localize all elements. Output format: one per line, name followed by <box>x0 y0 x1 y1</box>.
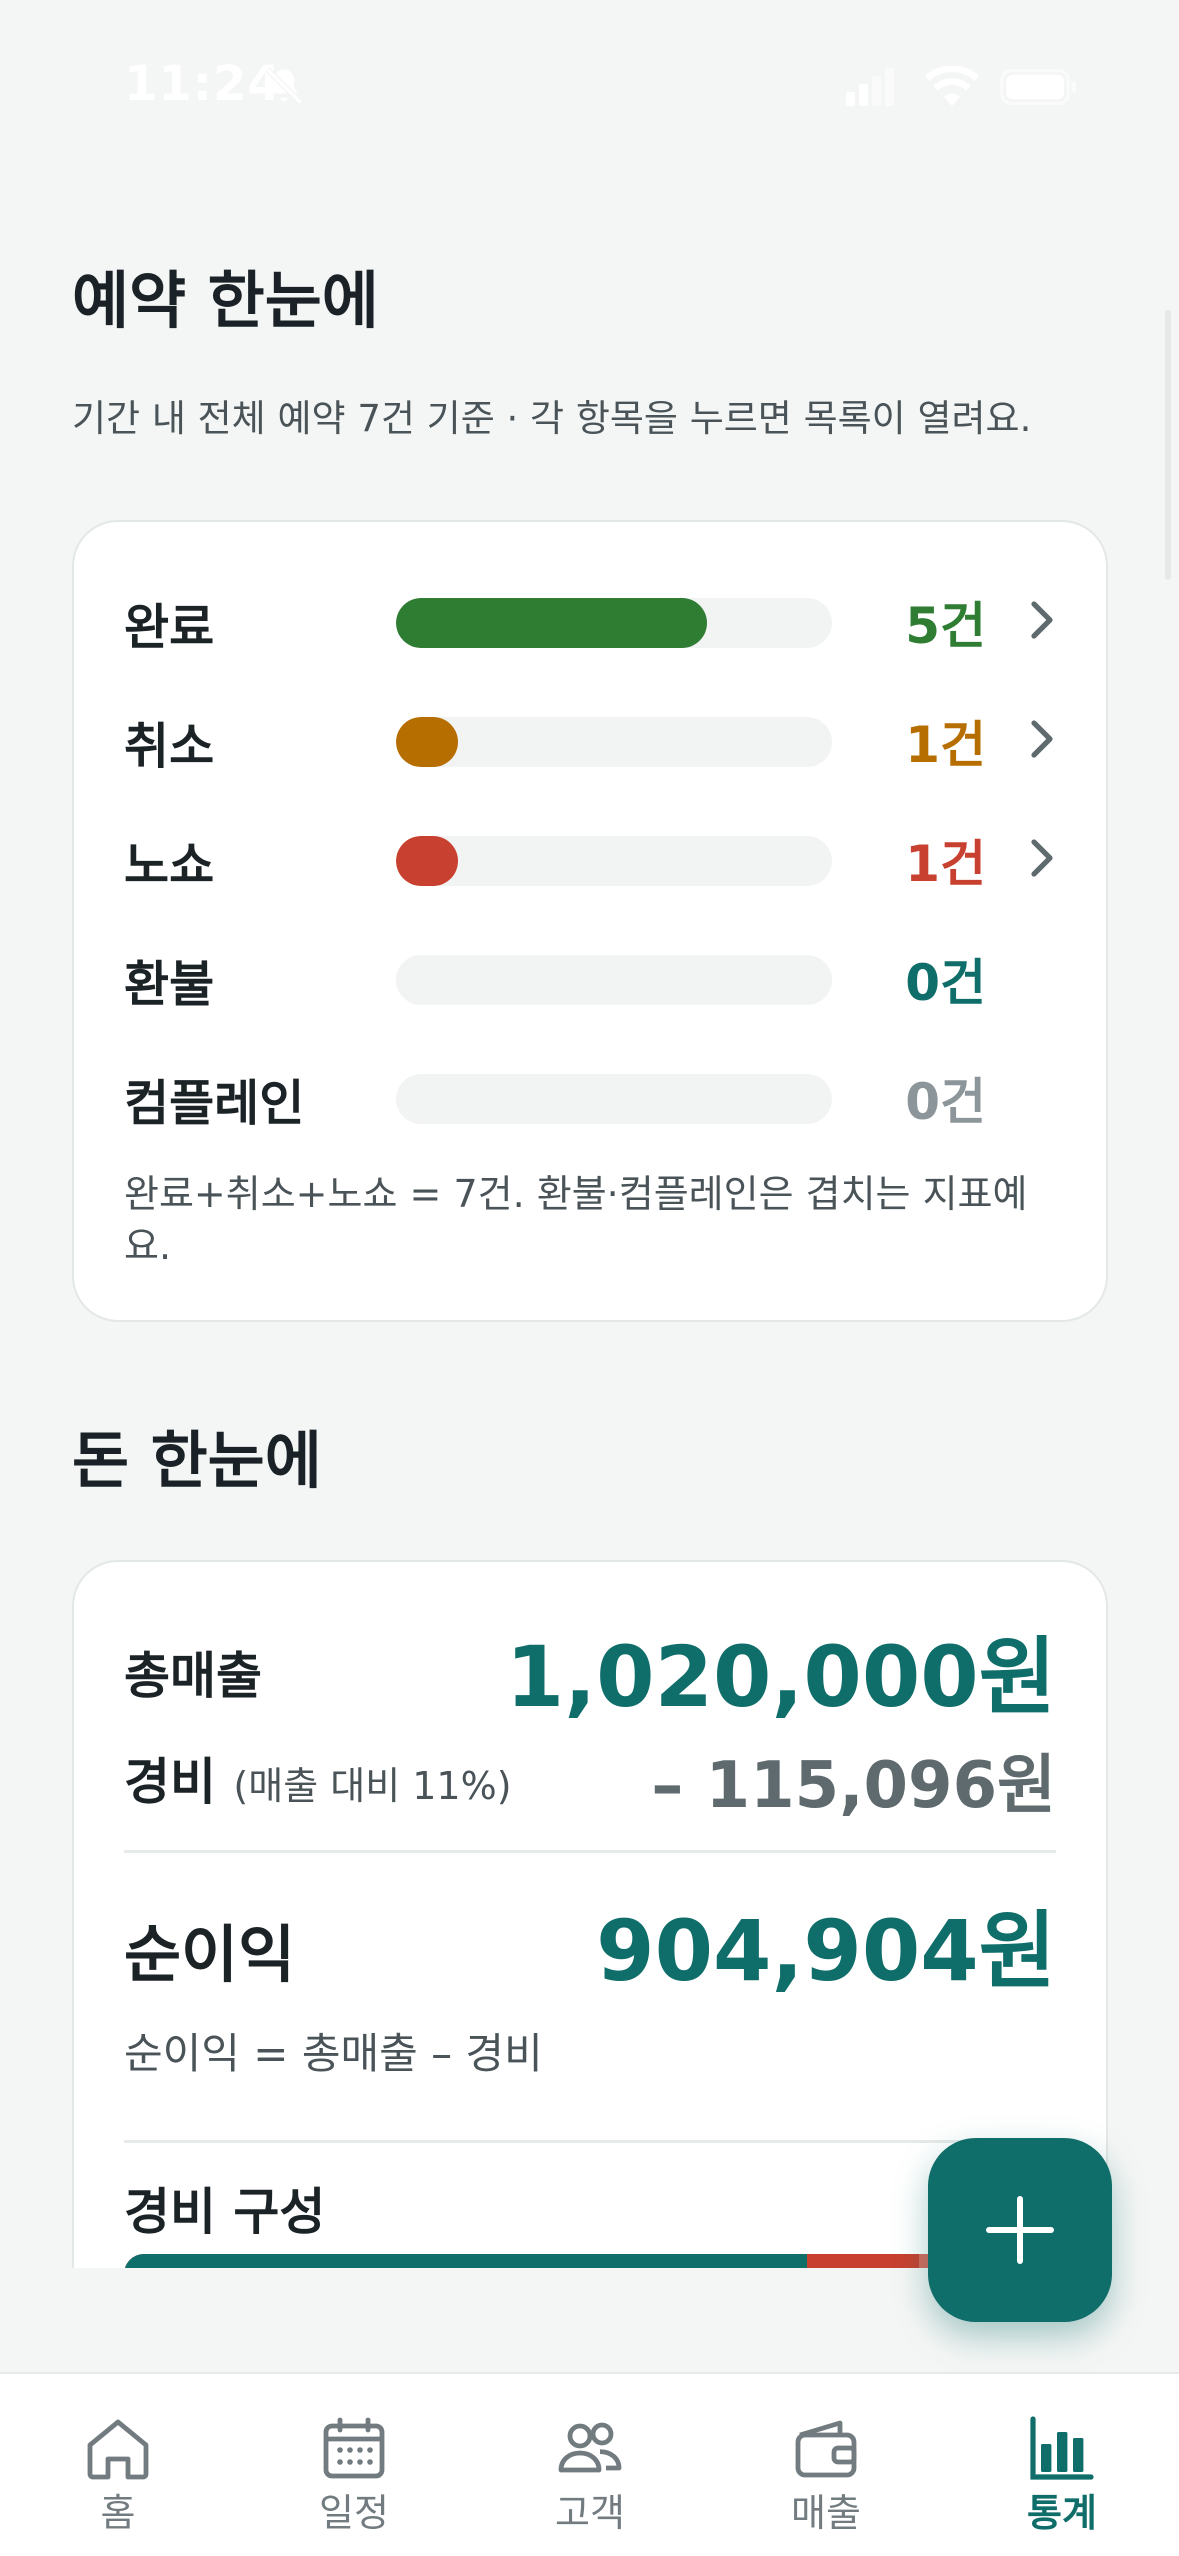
booking-section-title: 예약 한눈에 <box>72 264 379 337</box>
bell-muted-icon <box>265 67 303 105</box>
booking-section-subtitle: 기간 내 전체 예약 7건 기준 · 각 항목을 누르면 목록이 열려요. <box>72 397 1032 440</box>
tab-sales[interactable]: 매출 <box>708 2374 944 2556</box>
tab-customers[interactable]: 고객 <box>472 2374 708 2556</box>
row-count: 1건 <box>905 835 986 893</box>
row-count: 1건 <box>905 716 986 774</box>
chevron-right-icon <box>1031 839 1053 877</box>
users-icon <box>558 2422 622 2473</box>
expense-label: 경비 <box>124 1753 216 1811</box>
booking-note: 완료+취소+노쇼 = 7건. 환불·컴플레인은 겹치는 지표예요. <box>124 1172 1028 1268</box>
booking-row-refund: 환불 0건 <box>124 933 1056 1013</box>
progress-track <box>396 955 832 1005</box>
booking-row-cancelled[interactable]: 취소 1건 <box>124 695 1056 775</box>
status-time: 11:24 <box>124 56 282 112</box>
home-icon <box>87 2419 149 2480</box>
booking-summary-card: 완료 5건 취소 1건 노쇼 1건 환불 0건 컴플레인 0건 완료+취소+노쇼… <box>72 520 1108 1322</box>
expense-row: 경비 (매출 대비 11%) – 115,096원 <box>124 1732 1056 1823</box>
tab-label: 홈 <box>100 2491 136 2535</box>
progress-fill <box>396 836 458 886</box>
profit-value: 904,904원 <box>596 1902 1056 2000</box>
profit-label: 순이익 <box>124 1918 296 1991</box>
money-section-title: 돈 한눈에 <box>72 1424 322 1497</box>
wifi-icon <box>924 66 980 106</box>
cellular-signal-icon <box>846 68 894 106</box>
chevron-right-icon <box>1031 720 1053 758</box>
divider <box>124 1850 1056 1853</box>
tab-label: 일정 <box>319 2491 389 2535</box>
row-label: 취소 <box>124 718 215 775</box>
row-label: 환불 <box>124 956 215 1013</box>
tab-label: 통계 <box>1027 2491 1097 2535</box>
revenue-value: 1,020,000원 <box>505 1628 1056 1726</box>
row-label: 노쇼 <box>124 837 215 894</box>
progress-fill <box>396 717 458 767</box>
booking-row-complaint: 컴플레인 0건 <box>124 1052 1056 1132</box>
revenue-label: 총매출 <box>124 1647 262 1705</box>
progress-track <box>396 717 832 767</box>
tab-stats[interactable]: 통계 <box>944 2374 1179 2556</box>
row-count: 5건 <box>905 597 986 655</box>
plus-icon <box>986 2196 1054 2264</box>
progress-fill <box>396 598 707 648</box>
wallet-icon <box>795 2420 857 2478</box>
expense-breakdown-title: 경비 구성 <box>124 2183 326 2241</box>
calendar-icon <box>323 2417 385 2479</box>
expense-ratio: (매출 대비 11%) <box>233 1764 512 1808</box>
profit-row: 순이익 904,904원 <box>124 1878 1056 2000</box>
row-label: 컴플레인 <box>124 1075 305 1132</box>
progress-track <box>396 836 832 886</box>
profit-formula: 순이익 = 총매출 – 경비 <box>124 2029 543 2078</box>
add-button[interactable] <box>928 2138 1112 2322</box>
expense-label-group: 경비 (매출 대비 11%) <box>124 1742 512 1814</box>
row-label: 완료 <box>124 599 215 656</box>
progress-track <box>396 1074 832 1124</box>
tab-label: 고객 <box>555 2491 625 2535</box>
battery-icon <box>1000 68 1077 106</box>
divider <box>124 2140 1056 2143</box>
row-count: 0건 <box>905 954 986 1012</box>
booking-row-completed[interactable]: 완료 5건 <box>124 576 1056 656</box>
scroll-indicator[interactable] <box>1165 310 1171 580</box>
chevron-right-icon <box>1031 601 1053 639</box>
row-count: 0건 <box>905 1073 986 1131</box>
tab-label: 매출 <box>791 2491 861 2535</box>
tab-schedule[interactable]: 일정 <box>236 2374 472 2556</box>
tab-home[interactable]: 홈 <box>0 2374 236 2556</box>
booking-row-noshow[interactable]: 노쇼 1건 <box>124 814 1056 894</box>
revenue-row: 총매출 1,020,000원 <box>124 1602 1056 1726</box>
bar-chart-icon <box>1030 2416 1094 2480</box>
expense-value: – 115,096원 <box>651 1749 1056 1823</box>
status-bar: 11:24 <box>0 0 1179 150</box>
bottom-tab-bar: 홈 일정 고객 매출 통계 <box>0 2372 1179 2556</box>
progress-track <box>396 598 832 648</box>
